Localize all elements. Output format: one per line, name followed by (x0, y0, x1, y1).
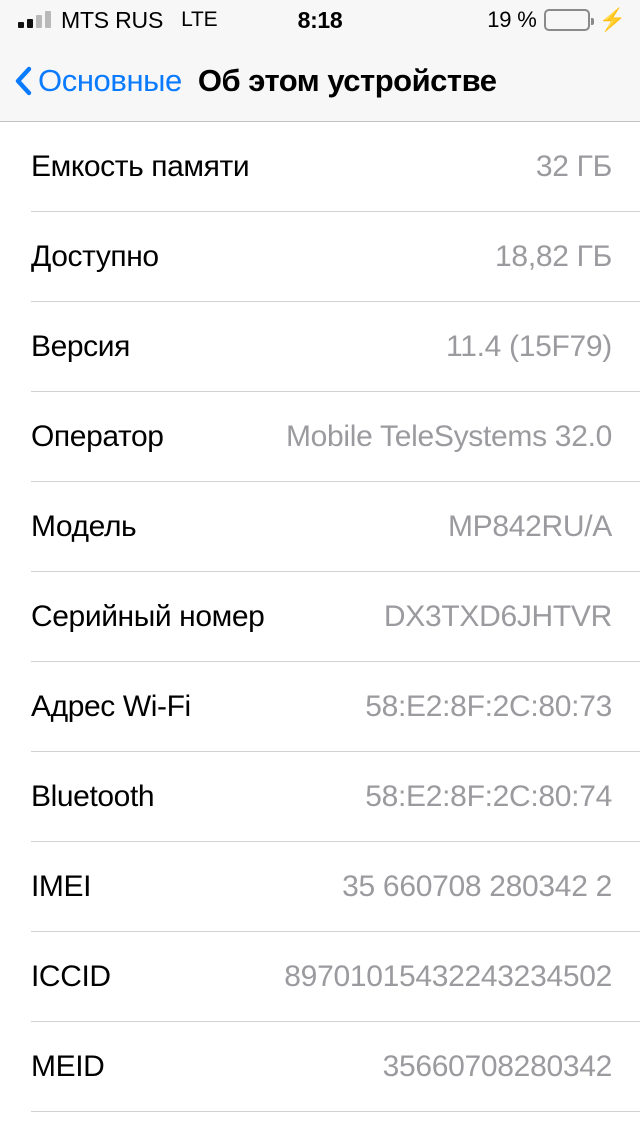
table-row[interactable]: Bluetooth 58:E2:8F:2C:80:74 (0, 752, 640, 842)
row-label: Доступно (31, 240, 159, 273)
row-value: DX3TXD6JHTVR (383, 600, 612, 633)
row-value: MP842RU/A (447, 510, 612, 543)
row-value: 58:E2:8F:2C:80:73 (365, 690, 612, 723)
status-bar-left: MTS RUS LTE (18, 6, 218, 34)
table-row[interactable]: Модель MP842RU/A (0, 482, 640, 572)
back-button[interactable]: Основные (14, 63, 182, 99)
navigation-bar: Основные Об этом устройстве (0, 40, 640, 122)
row-value: 89701015432243234502 (284, 960, 612, 993)
status-bar-right: 19 % ⚡ (487, 7, 626, 33)
status-bar: MTS RUS LTE 8:18 19 % ⚡ (0, 0, 640, 40)
row-label: IMEI (31, 870, 92, 903)
table-row[interactable]: Емкость памяти 32 ГБ (0, 122, 640, 212)
table-row[interactable]: Серийный номер DX3TXD6JHTVR (0, 572, 640, 662)
row-label: Версия (31, 330, 130, 363)
back-button-label: Основные (38, 62, 182, 98)
battery-icon (543, 9, 594, 31)
table-row[interactable]: Адрес Wi-Fi 58:E2:8F:2C:80:73 (0, 662, 640, 752)
row-label: MEID (31, 1050, 105, 1083)
table-row[interactable]: Доступно 18,82 ГБ (0, 212, 640, 302)
row-label: Модель (31, 510, 137, 543)
row-value: 11.4 (15F79) (446, 330, 612, 363)
table-row[interactable]: ICCID 89701015432243234502 (0, 932, 640, 1022)
device-info-table: Емкость памяти 32 ГБ Доступно 18,82 ГБ Верси… (0, 122, 640, 1112)
row-label: Адрес Wi-Fi (31, 690, 191, 723)
table-row[interactable]: IMEI 35 660708 280342 2 (0, 842, 640, 932)
battery-percent-label: 19 % (487, 7, 537, 32)
row-value: 35 660708 280342 2 (342, 870, 612, 903)
signal-bars-icon (18, 11, 51, 28)
row-value: 32 ГБ (535, 150, 612, 183)
row-value: 58:E2:8F:2C:80:74 (365, 780, 612, 813)
row-label: Серийный номер (31, 600, 265, 633)
chevron-left-icon (15, 66, 32, 95)
row-label: Емкость памяти (31, 150, 250, 183)
charging-bolt-icon: ⚡ (598, 7, 626, 32)
network-type: LTE (181, 8, 218, 31)
row-value: Mobile TeleSystems 32.0 (285, 420, 612, 453)
row-value: 35660708280342 (382, 1050, 613, 1083)
table-row[interactable]: Версия 11.4 (15F79) (0, 302, 640, 392)
row-label: Оператор (31, 420, 164, 453)
row-value: 18,82 ГБ (495, 240, 612, 273)
row-label: ICCID (31, 960, 111, 993)
carrier-name: MTS RUS (61, 6, 164, 33)
page-title: Об этом устройстве (197, 62, 497, 98)
table-row[interactable]: Оператор Mobile TeleSystems 32.0 (0, 392, 640, 482)
row-label: Bluetooth (31, 780, 155, 813)
table-row[interactable]: MEID 35660708280342 (0, 1022, 640, 1112)
